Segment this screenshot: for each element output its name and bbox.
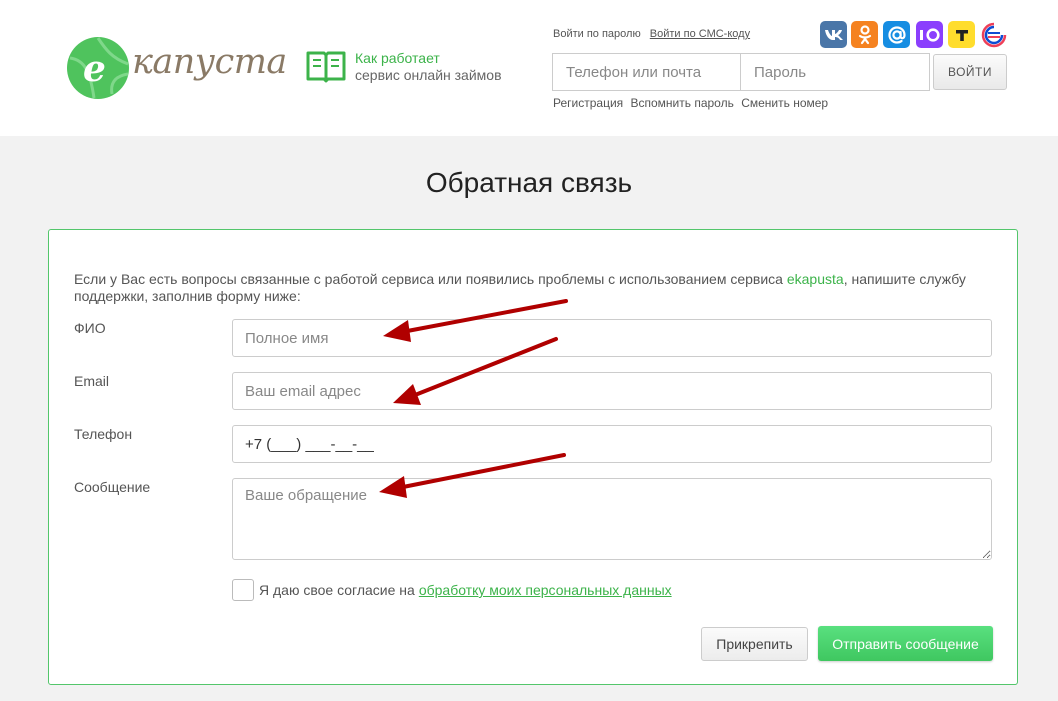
site-header: e капуста Как работает сервис онлайн зай… (0, 0, 1058, 136)
tab-login-sms[interactable]: Войти по СМС-коду (650, 28, 750, 40)
phone-input[interactable] (232, 425, 992, 463)
how-it-works-title: Как работает (355, 50, 440, 66)
how-it-works-subtitle: сервис онлайн займов (355, 67, 502, 83)
intro-brand-link[interactable]: ekapusta (787, 271, 844, 287)
logo-text: капуста (132, 42, 287, 82)
logo-letter: e (83, 48, 106, 90)
message-label: Сообщение (74, 479, 151, 495)
personal-data-link[interactable]: обработку моих персональных данных (419, 582, 672, 598)
login-form (552, 53, 930, 91)
feedback-form-card: Если у Вас есть вопросы связанные с рабо… (48, 229, 1018, 685)
login-phone-input[interactable] (553, 54, 741, 90)
register-link[interactable]: Регистрация (553, 96, 623, 110)
yoomoney-icon[interactable] (916, 21, 943, 48)
social-login-buttons (820, 21, 1010, 49)
login-tabs: Войти по паролю Войти по СМС-коду (553, 28, 750, 40)
consent-text: Я даю свое согласие на (259, 582, 415, 598)
tab-login-password[interactable]: Войти по паролю (553, 28, 641, 40)
consent-checkbox[interactable] (232, 579, 254, 601)
message-textarea[interactable] (232, 478, 992, 560)
gosuslugi-icon[interactable] (980, 21, 1007, 48)
email-input[interactable] (232, 372, 992, 410)
fio-label: ФИО (74, 320, 106, 336)
login-links: Регистрация Вспомнить пароль Сменить ном… (553, 96, 832, 110)
mail-ru-icon[interactable] (883, 21, 910, 48)
phone-label: Телефон (74, 426, 133, 442)
recover-password-link[interactable]: Вспомнить пароль (631, 96, 734, 110)
cabbage-logo-icon: e (67, 37, 129, 99)
page-title: Обратная связь (425, 167, 633, 198)
fio-input[interactable] (232, 319, 992, 357)
login-button[interactable]: ВОЙТИ (933, 54, 1007, 90)
consent-row: Я даю свое согласие на обработку моих пе… (232, 578, 672, 602)
form-intro: Если у Вас есть вопросы связанные с рабо… (74, 271, 974, 305)
ekapusta-logo[interactable]: e капуста (66, 36, 287, 100)
email-label: Email (74, 373, 110, 389)
attach-button[interactable]: Прикрепить (701, 627, 808, 661)
send-message-button[interactable]: Отправить сообщение (818, 626, 993, 661)
how-it-works-link[interactable]: Как работает сервис онлайн займов (305, 47, 535, 87)
intro-text-prefix: Если у Вас есть вопросы связанные с рабо… (74, 271, 787, 287)
change-number-link[interactable]: Сменить номер (741, 96, 828, 110)
open-book-icon (306, 51, 346, 83)
vk-icon[interactable] (820, 21, 847, 48)
odnoklassniki-icon[interactable] (851, 21, 878, 48)
login-password-input[interactable] (741, 54, 929, 90)
tinkoff-icon[interactable] (948, 21, 975, 48)
